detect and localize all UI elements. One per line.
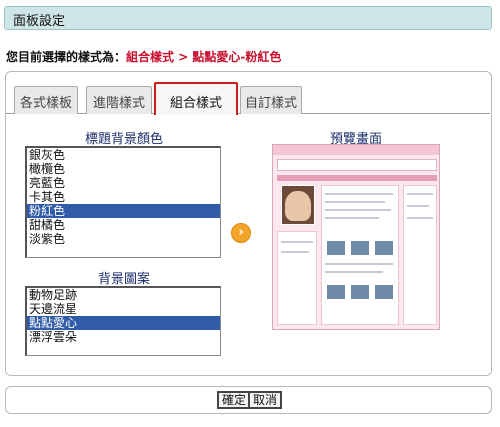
list-item[interactable]: 銀灰色 [27,148,220,162]
tab-label: 進階樣式 [92,96,145,111]
list-item[interactable]: 甜橘色 [27,218,220,232]
current-style-line: 您目前選擇的樣式為：組合樣式 > 點點愛心-粉紅色 [6,48,281,65]
arrow-right-icon[interactable]: › [231,223,251,243]
preview-text-line [325,209,391,211]
title-bg-listbox[interactable]: 銀灰色 橄欖色 亮藍色 卡其色 粉紅色 甜橘色 淡紫色 [25,146,221,258]
preview-thumbnail [327,241,345,255]
list-item-selected[interactable]: 點點愛心 [27,316,220,330]
preview-text-line [281,241,313,243]
preview-text-line [407,217,433,219]
tab-templates[interactable]: 各式樣板 [14,86,78,114]
cancel-button[interactable]: 取消 [248,391,283,409]
preview-image [272,144,440,330]
preview-text-line [325,263,393,265]
preview-text-line [325,271,383,273]
list-item-selected[interactable]: 粉紅色 [27,204,220,218]
tab-combined[interactable]: 組合樣式 [154,82,238,115]
preview-thumbnail [351,285,369,299]
bg-image-heading: 背景圖案 [97,272,150,287]
tab-label: 自訂樣式 [244,96,297,111]
preview-main-column [321,185,399,325]
preview-text-line [407,205,429,207]
preview-title-band [277,159,437,171]
panel-settings-header: 面板設定 [4,6,492,30]
page-title: 面板設定 [13,14,66,29]
preview-text-line [325,201,385,203]
list-item[interactable]: 漂浮雲朵 [27,330,220,344]
preview-thumbnail [351,241,369,255]
preview-thumbnail [375,241,393,255]
preview-text-line [325,193,393,195]
preview-text-line [281,251,309,253]
list-item[interactable]: 淡紫色 [27,232,220,246]
preview-face [285,191,311,221]
confirm-button[interactable]: 確定 [217,391,252,409]
preview-nav-band [277,175,437,181]
list-item[interactable]: 動物足跡 [27,288,220,302]
current-style-value: 組合樣式 > 點點愛心-粉紅色 [126,50,282,64]
preview-text-line [407,193,433,195]
preview-thumbnail [327,285,345,299]
preview-text-line [325,217,379,219]
list-item[interactable]: 橄欖色 [27,162,220,176]
preview-topbar [273,145,439,155]
preview-left-column [277,231,317,325]
current-style-label: 您目前選擇的樣式為： [6,50,127,64]
bg-image-listbox[interactable]: 動物足跡 天邊流星 點點愛心 漂浮雲朵 [25,286,221,356]
list-item[interactable]: 亮藍色 [27,176,220,190]
tab-label: 各式樣板 [19,96,72,111]
tab-advanced[interactable]: 進階樣式 [86,86,152,114]
preview-thumbnail [375,285,393,299]
list-item[interactable]: 天邊流星 [27,302,220,316]
tab-label: 組合樣式 [169,96,222,111]
title-bg-heading: 標題背景顏色 [84,132,163,147]
tab-custom[interactable]: 自訂樣式 [240,86,302,114]
list-item[interactable]: 卡其色 [27,190,220,204]
